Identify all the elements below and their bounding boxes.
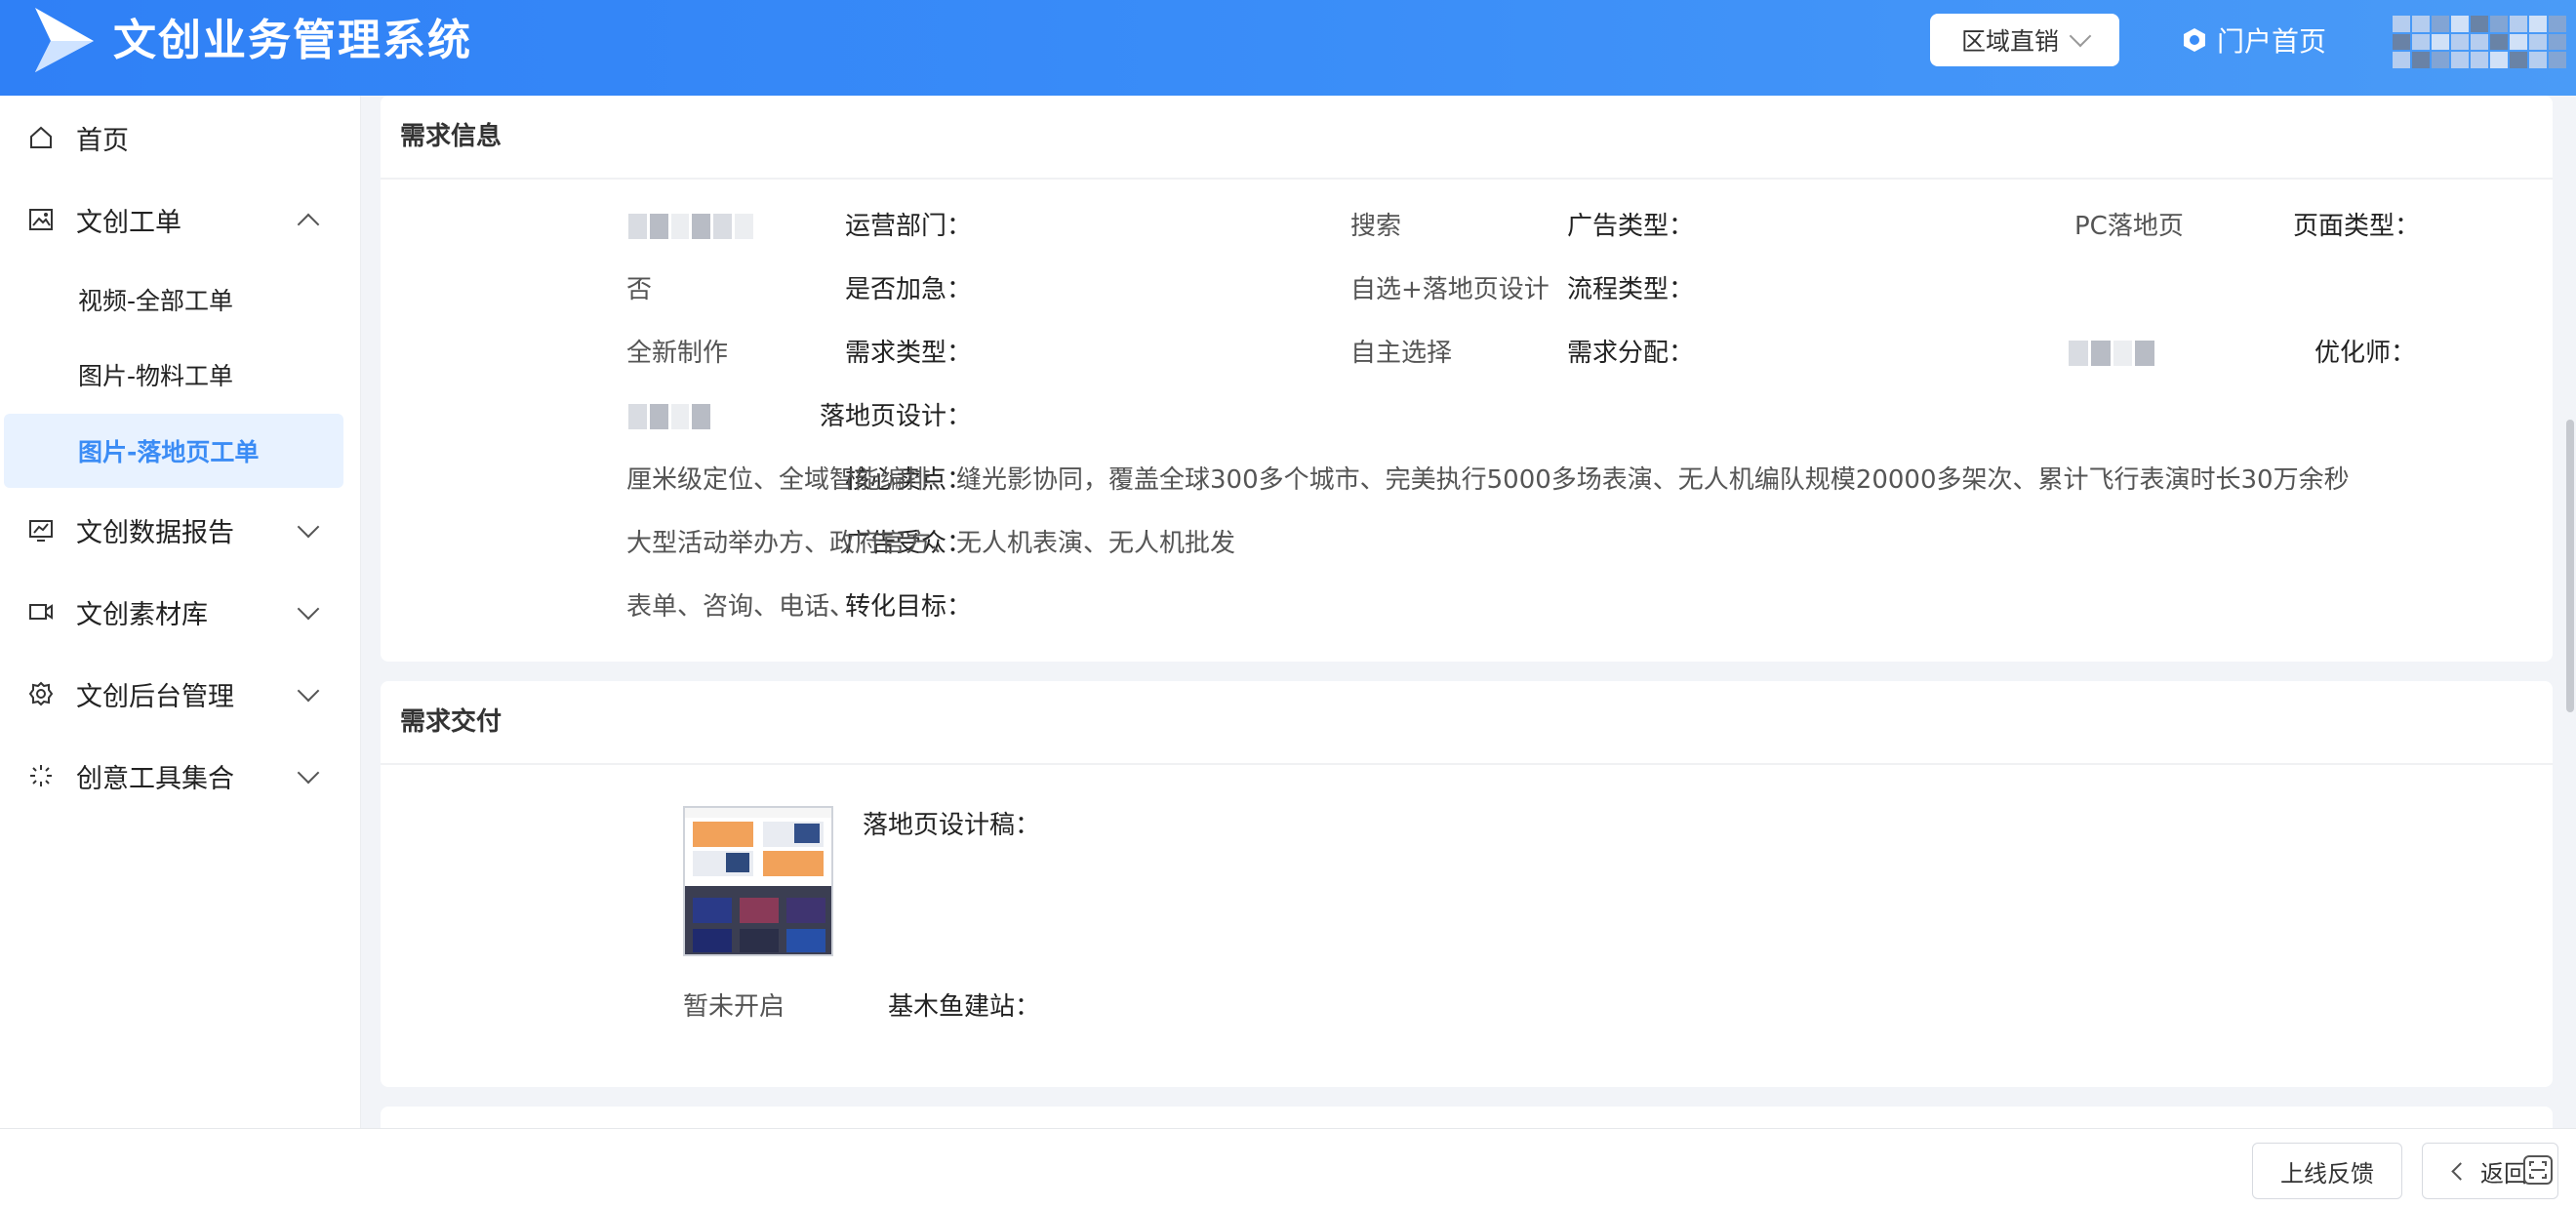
sidebar-subitem-video-all[interactable]: 视频-全部工单 <box>0 265 361 334</box>
report-icon <box>29 520 53 542</box>
field-label-urgent: 是否加急： <box>844 275 972 304</box>
sidebar-subitem-image-material[interactable]: 图片-物料工单 <box>0 341 361 409</box>
chevron-down-icon <box>297 761 320 785</box>
online-feedback-label: 上线反馈 <box>2280 1159 2374 1188</box>
portal-home-link[interactable]: 门户首页 <box>2182 14 2326 66</box>
design-draft-thumbnail[interactable] <box>683 806 833 956</box>
gear-icon <box>28 681 54 706</box>
sidebar-item-workorders[interactable]: 文创工单 <box>0 185 361 254</box>
sidebar-item-label: 首页 <box>76 125 129 156</box>
requirement-info-card: 需求信息 运营部门： 广告类型： 搜索 页面类型： PC落地页 是否加急： 否 … <box>381 96 2553 662</box>
chevron-down-icon <box>297 597 320 621</box>
scan-icon[interactable] <box>2523 1155 2553 1185</box>
app-title: 文创业务管理系统 <box>113 16 472 65</box>
sidebar: 首页 文创工单 视频-全部工单 图片-物料工单 图片-落地页工单 文创数据报告 <box>0 96 361 1128</box>
sidebar-item-home[interactable]: 首页 <box>0 103 361 172</box>
logo-icon <box>35 8 94 72</box>
sidebar-subitem-image-landing[interactable]: 图片-落地页工单 <box>4 414 343 488</box>
sidebar-subitem-label: 图片-物料工单 <box>78 362 234 390</box>
divider <box>381 178 2553 180</box>
online-feedback-button[interactable]: 上线反馈 <box>2252 1143 2402 1199</box>
field-value-page-type: PC落地页 <box>2074 212 2184 241</box>
sidebar-item-label: 文创数据报告 <box>76 517 234 548</box>
sidebar-subitem-label: 图片-落地页工单 <box>78 438 260 466</box>
sidebar-subitem-label: 视频-全部工单 <box>78 287 234 315</box>
field-value-req-assign: 自主选择 <box>1350 339 1453 368</box>
home-icon <box>30 126 52 148</box>
sidebar-item-admin[interactable]: 文创后台管理 <box>0 660 361 728</box>
field-value-conversion: 表单、咨询、电话、 <box>626 592 856 622</box>
sidebar-item-materials[interactable]: 文创素材库 <box>0 578 361 646</box>
field-value-urgent: 否 <box>626 275 653 304</box>
footer-bar: 上线反馈 返回 <box>0 1128 2576 1208</box>
sidebar-item-label: 文创后台管理 <box>76 681 234 712</box>
sidebar-item-data-report[interactable]: 文创数据报告 <box>0 496 361 564</box>
chevron-down-icon <box>297 515 320 539</box>
region-select-button[interactable]: 区域直销 <box>1930 14 2119 66</box>
user-avatar[interactable] <box>2393 16 2566 68</box>
chevron-down-icon <box>297 679 320 703</box>
divider <box>381 763 2553 765</box>
back-label: 返回 <box>2480 1159 2527 1188</box>
field-value-site-builder: 暂未开启 <box>683 992 785 1022</box>
region-select-label: 区域直销 <box>1960 27 2059 56</box>
top-header: 文创业务管理系统 区域直销 门户首页 <box>0 0 2576 96</box>
chevron-up-icon <box>297 213 320 236</box>
card-title: 需求交付 <box>400 707 503 737</box>
card-title: 需求信息 <box>400 122 503 151</box>
chevron-left-icon <box>2451 1161 2470 1181</box>
sidebar-item-label: 文创工单 <box>76 207 181 238</box>
sparkle-icon <box>30 765 52 786</box>
field-value-audience: 大型活动举办方、政府官方、无人机表演、无人机批发 <box>626 529 1236 558</box>
image-icon <box>29 209 53 230</box>
redacted-ops-dept <box>628 214 753 239</box>
sidebar-item-label: 文创素材库 <box>76 599 208 630</box>
portal-home-label: 门户首页 <box>2217 25 2327 58</box>
chevron-down-icon <box>2069 24 2092 48</box>
sidebar-item-label: 创意工具集合 <box>76 763 234 794</box>
redacted-optimizer <box>2069 341 2154 366</box>
video-icon <box>29 604 53 620</box>
field-value-ad-type: 搜索 <box>1350 212 1402 241</box>
page-scrollbar[interactable] <box>2566 420 2574 712</box>
redacted-landing-design <box>628 404 710 429</box>
field-value-process-type: 自选+落地页设计 <box>1350 275 1550 304</box>
field-value-selling-points: 厘米级定位、全域智能编排、缝光影协同，覆盖全球300多个城市、完美执行5000多… <box>626 465 2350 495</box>
portal-icon <box>2184 28 2205 52</box>
sidebar-item-tools[interactable]: 创意工具集合 <box>0 742 361 810</box>
next-card <box>381 1107 2553 1128</box>
field-value-req-type: 全新制作 <box>626 339 729 368</box>
